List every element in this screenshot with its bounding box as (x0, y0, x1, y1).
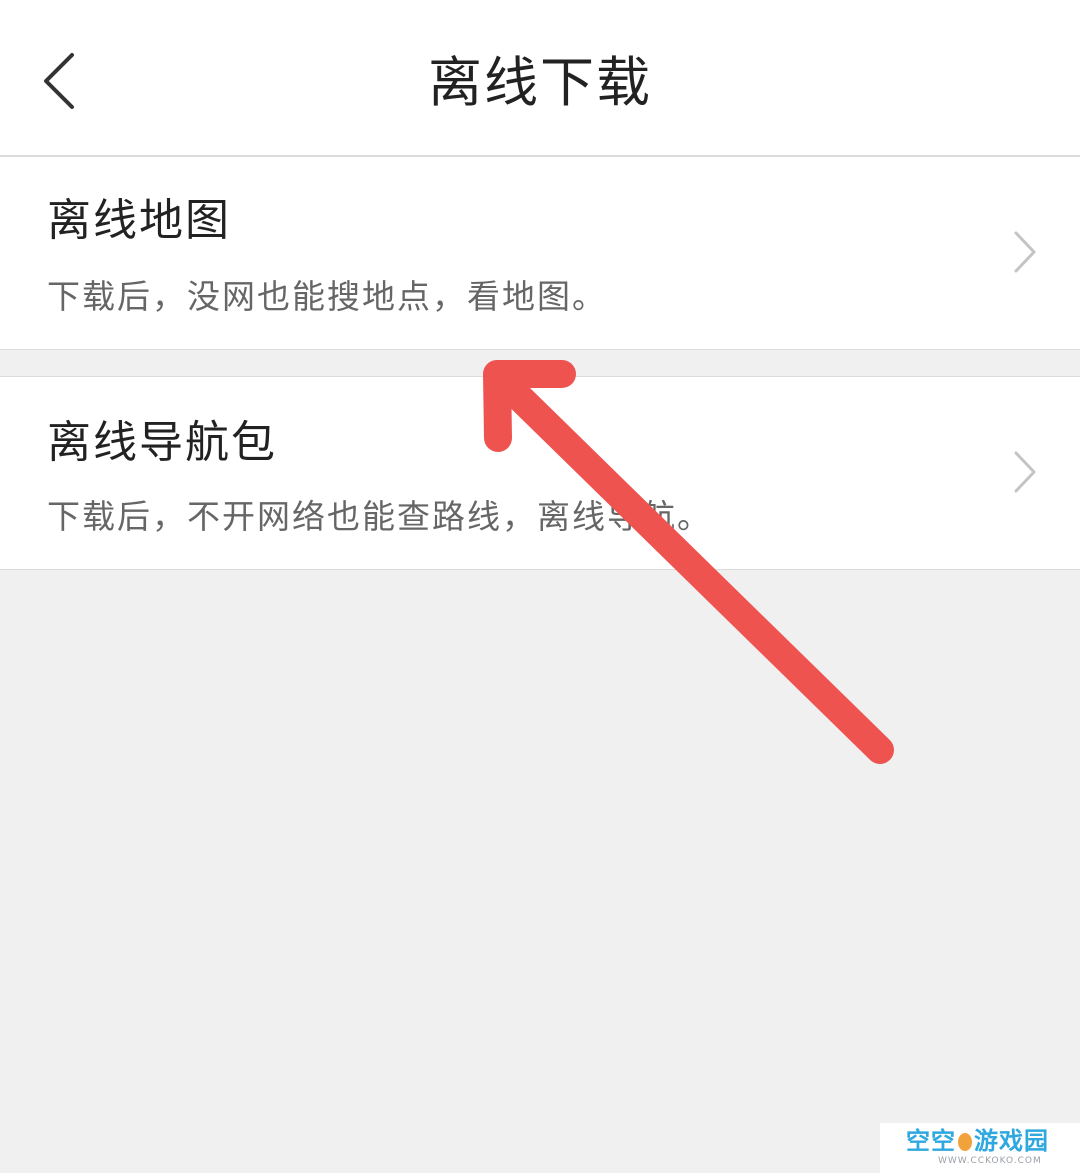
chevron-right-icon (1010, 449, 1040, 495)
logo-mark-icon (958, 1133, 972, 1151)
top-bar: 离线下载 (0, 0, 1080, 157)
watermark-title: 空空 游戏园 (906, 1127, 1049, 1155)
item-description: 下载后，没网也能搜地点，看地图。 (47, 277, 607, 316)
list-item-offline-map[interactable]: 离线地图 下载后，没网也能搜地点，看地图。 (0, 157, 1080, 350)
page-title: 离线下载 (428, 51, 652, 114)
list-item-offline-nav-package[interactable]: 离线导航包 下载后，不开网络也能查路线，离线导航。 (0, 376, 1080, 570)
item-description: 下载后，不开网络也能查路线，离线导航。 (47, 497, 712, 536)
watermark-logo: 空空 游戏园 WWW.CCKOKO.COM (880, 1123, 1080, 1173)
item-title: 离线导航包 (47, 417, 277, 468)
item-title: 离线地图 (47, 195, 231, 246)
watermark-url: WWW.CCKOKO.COM (938, 1156, 1042, 1166)
chevron-right-icon (1010, 229, 1040, 275)
